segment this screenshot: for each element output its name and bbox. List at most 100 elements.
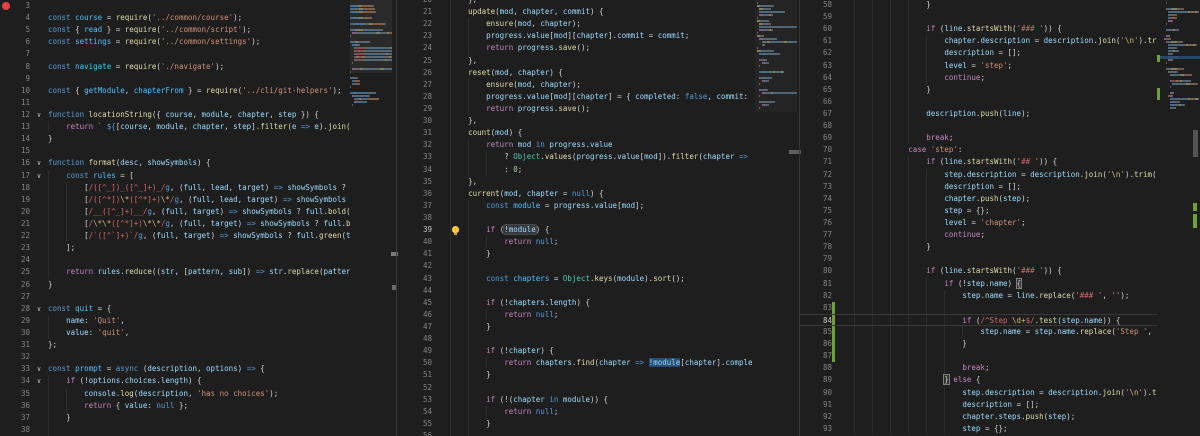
code-token[interactable]: ] = { xyxy=(608,92,635,101)
line-number[interactable]: 38 xyxy=(397,212,432,224)
line-number[interactable]: 48 xyxy=(397,333,432,345)
code-line[interactable]: 43const chapters = Object.keys(module).s… xyxy=(397,273,752,285)
code-token[interactable]: mod xyxy=(554,92,568,101)
line-number[interactable]: 92 xyxy=(800,411,832,423)
code-line[interactable]: 70case 'step': xyxy=(800,144,1157,156)
code-token[interactable]: description xyxy=(1048,388,1098,397)
code-token[interactable]: ; xyxy=(518,165,523,174)
line-number[interactable]: 62 xyxy=(800,47,832,59)
code-line[interactable]: 90step.description = description.join('\… xyxy=(800,387,1157,399)
code-token[interactable]: showSymbols xyxy=(233,231,283,240)
code-line[interactable]: 32 xyxy=(0,351,350,363)
code-content[interactable]: } xyxy=(835,338,1157,350)
code-line[interactable]: 24 xyxy=(0,254,350,266)
fold-chevron-icon[interactable]: ∨ xyxy=(30,375,48,387)
code-line[interactable]: 7 xyxy=(0,48,350,60)
code-token[interactable]: = xyxy=(644,31,658,40)
code-token[interactable]: = xyxy=(102,364,116,373)
code-line[interactable]: 50return chapters.find(chapter => !modul… xyxy=(397,357,752,369)
code-token[interactable]: (); xyxy=(576,43,590,52)
line-number[interactable]: 61 xyxy=(800,35,832,47)
code-token[interactable]: require xyxy=(116,13,148,22)
code-token[interactable]: if xyxy=(926,24,935,33)
code-token[interactable] xyxy=(644,358,649,367)
glyph-margin[interactable] xyxy=(0,85,16,97)
line-number[interactable]: 13 xyxy=(16,121,30,133)
code-content[interactable]: update(mod, chapter, commit) { xyxy=(432,6,752,18)
code-token[interactable]: chapter xyxy=(527,189,559,198)
line-number[interactable]: 29 xyxy=(16,315,30,327)
code-content[interactable]: }; xyxy=(48,339,350,351)
code-line[interactable]: 15 xyxy=(0,145,350,157)
code-line[interactable]: 64continue; xyxy=(800,72,1157,84)
code-token[interactable]: push xyxy=(980,194,998,203)
glyph-margin[interactable] xyxy=(0,339,16,351)
code-line[interactable]: 93step = {}; xyxy=(800,423,1157,435)
code-line[interactable]: 38 xyxy=(397,212,752,224)
code-token[interactable]: line xyxy=(944,266,962,275)
line-number[interactable]: 34 xyxy=(397,164,432,176)
line-number[interactable]: 56 xyxy=(397,430,432,436)
code-token[interactable]: = []; xyxy=(994,182,1021,191)
line-number[interactable]: 70 xyxy=(800,144,832,156)
code-line[interactable]: 44 xyxy=(397,285,752,297)
code-content[interactable]: level = 'chapter'; xyxy=(835,217,1157,229)
code-token[interactable]: chapter xyxy=(599,358,631,367)
code-content[interactable]: } xyxy=(835,0,1157,11)
code-token[interactable]: , [ xyxy=(174,267,188,276)
glyph-margin[interactable] xyxy=(0,400,16,412)
code-token[interactable]: line xyxy=(1003,109,1021,118)
code-token[interactable]: } = xyxy=(183,86,206,95)
code-token[interactable]: const xyxy=(48,13,75,22)
code-content[interactable] xyxy=(48,48,350,60)
code-token[interactable]: join xyxy=(1098,36,1116,45)
code-token[interactable]: description xyxy=(944,182,994,191)
code-token[interactable]: find xyxy=(576,358,594,367)
code-token[interactable]: green xyxy=(319,231,342,240)
code-token[interactable]: ); xyxy=(251,37,260,46)
code-token[interactable]: '../common/settings' xyxy=(161,37,251,46)
code-line[interactable]: 62description = []; xyxy=(800,47,1157,59)
code-token[interactable]: ]; xyxy=(66,243,75,252)
code-token[interactable]: => xyxy=(220,231,229,240)
code-content[interactable]: return progress.save(); xyxy=(432,103,752,115)
code-token[interactable]: = xyxy=(1003,291,1017,300)
code-token[interactable]: 'Quit' xyxy=(93,316,120,325)
code-token[interactable]: , xyxy=(229,110,238,119)
line-number[interactable]: 25 xyxy=(16,266,30,278)
code-line[interactable]: 21update(mod, chapter, commit) { xyxy=(397,6,752,18)
line-number[interactable]: 45 xyxy=(397,297,432,309)
code-line[interactable]: 28progress.value[mod][chapter] = { compl… xyxy=(397,91,752,103)
code-token[interactable]: : xyxy=(84,316,93,325)
glyph-margin[interactable] xyxy=(0,36,16,48)
code-token[interactable]: ( xyxy=(138,364,147,373)
line-number[interactable]: 5 xyxy=(16,24,30,36)
code-line[interactable]: 9 xyxy=(0,73,350,85)
code-token[interactable]: function xyxy=(48,110,89,119)
code-line[interactable]: 76level = 'chapter'; xyxy=(800,217,1157,229)
code-token[interactable]: full xyxy=(193,195,211,204)
code-line[interactable]: 23progress.value[mod][chapter].commit = … xyxy=(397,30,752,42)
code-token[interactable]: const xyxy=(48,86,75,95)
line-number[interactable]: 50 xyxy=(397,357,432,369)
code-token[interactable]: return xyxy=(504,310,531,319)
line-number[interactable]: 46 xyxy=(397,309,432,321)
line-number[interactable]: 64 xyxy=(800,72,832,84)
code-token[interactable]: ]) xyxy=(242,267,256,276)
line-number[interactable]: 21 xyxy=(397,6,432,18)
code-content[interactable]: if (line.startsWith('### ')) { xyxy=(835,265,1157,277)
code-token[interactable]: filter xyxy=(260,122,287,131)
code-line[interactable]: 72step.description = description.join('\… xyxy=(800,169,1157,181)
code-line[interactable]: 67description.push(line); xyxy=(800,108,1157,120)
code-token[interactable]: bold xyxy=(328,207,346,216)
code-line[interactable]: 5const { read } = require('../common/scr… xyxy=(0,24,350,36)
code-token[interactable]: Object xyxy=(513,152,540,161)
code-content[interactable]: } xyxy=(432,418,752,430)
code-token[interactable]: './navigate' xyxy=(161,62,215,71)
code-token[interactable]: mod xyxy=(504,189,518,198)
breakpoint-gutter[interactable] xyxy=(0,0,16,12)
code-token[interactable]: chapter xyxy=(522,7,554,16)
code-token[interactable]: course xyxy=(120,122,147,131)
code-token[interactable]: name xyxy=(1084,316,1102,325)
code-line[interactable]: 26} xyxy=(0,279,350,291)
